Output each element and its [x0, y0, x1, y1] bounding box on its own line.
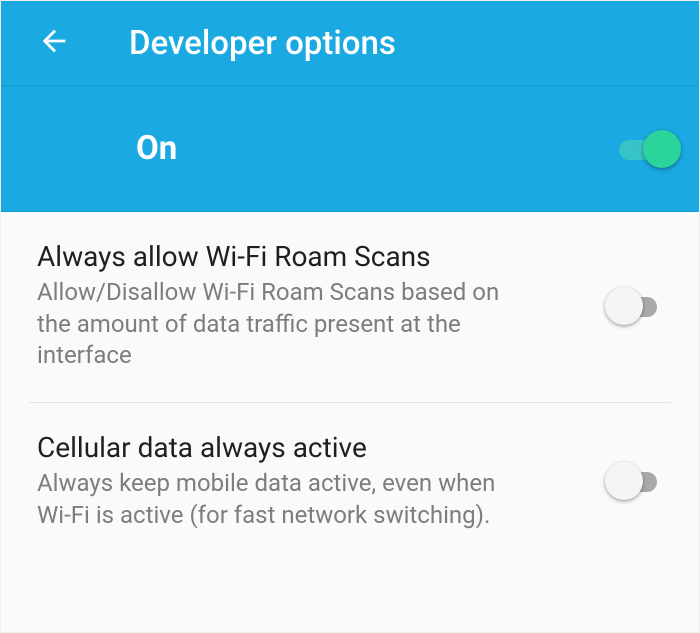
- setting-text: Cellular data always active Always keep …: [37, 431, 609, 531]
- toggle-thumb: [605, 462, 643, 500]
- master-toggle-row[interactable]: On: [1, 86, 699, 212]
- arrow-back-icon: [37, 24, 71, 62]
- settings-list: Always allow Wi-Fi Roam Scans Allow/Disa…: [1, 212, 699, 561]
- setting-toggle-switch[interactable]: [609, 460, 665, 502]
- toggle-thumb: [643, 130, 681, 168]
- setting-description: Allow/Disallow Wi-Fi Roam Scans based on…: [37, 277, 507, 372]
- setting-title: Cellular data always active: [37, 431, 585, 464]
- setting-toggle-switch[interactable]: [609, 285, 665, 327]
- setting-description: Always keep mobile data active, even whe…: [37, 468, 507, 531]
- back-button[interactable]: [33, 22, 75, 64]
- setting-wifi-roam-scans[interactable]: Always allow Wi-Fi Roam Scans Allow/Disa…: [29, 212, 671, 403]
- app-bar: Developer options: [1, 1, 699, 86]
- toggle-thumb: [605, 287, 643, 325]
- master-toggle-label: On: [136, 129, 619, 168]
- setting-title: Always allow Wi-Fi Roam Scans: [37, 240, 585, 273]
- master-toggle-switch[interactable]: [619, 128, 675, 170]
- setting-cellular-always-active[interactable]: Cellular data always active Always keep …: [29, 403, 671, 561]
- setting-text: Always allow Wi-Fi Roam Scans Allow/Disa…: [37, 240, 609, 372]
- page-title: Developer options: [129, 24, 396, 63]
